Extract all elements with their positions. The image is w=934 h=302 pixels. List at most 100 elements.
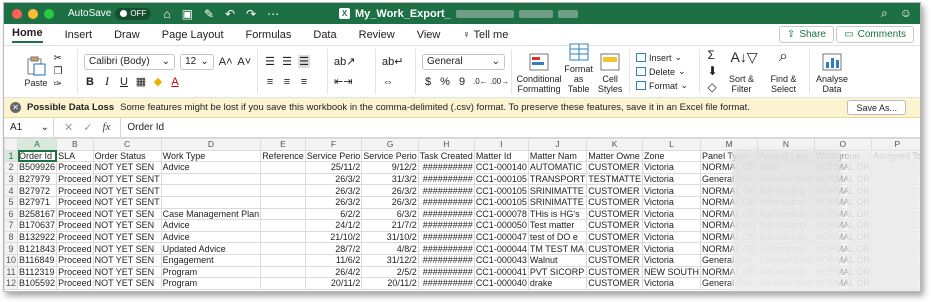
select-all-corner[interactable]	[4, 138, 19, 151]
cell-j10[interactable]: Walnut	[527, 253, 588, 267]
cell-a7[interactable]: B170637	[17, 219, 58, 232]
cell-i12[interactable]: CC1-000040	[473, 277, 529, 290]
cell-l9[interactable]: Victoria	[642, 242, 702, 255]
cell-b3[interactable]: Proceed	[56, 172, 94, 186]
cell-h1[interactable]: Task Created	[417, 149, 475, 163]
cell-e7[interactable]	[260, 219, 306, 232]
cell-d5[interactable]	[160, 195, 262, 209]
cell-a5[interactable]: B27971	[17, 195, 58, 209]
sort-filter-button[interactable]: A↓▽ Sort & Filter	[724, 50, 760, 94]
increase-font-icon[interactable]: A˄	[219, 56, 233, 68]
tab-view[interactable]: View	[417, 29, 441, 41]
cell-k8[interactable]: CUSTOMER	[586, 230, 644, 244]
cell-b1[interactable]: SLA	[56, 149, 94, 163]
cell-g11[interactable]: 2/5/2	[361, 265, 419, 279]
cell-e9[interactable]	[260, 242, 306, 255]
cell-j3[interactable]: TRANSPORT	[527, 172, 588, 186]
find-select-button[interactable]: ⌕ Find & Select	[766, 49, 802, 95]
cell-c5[interactable]: NOT YET SENT	[92, 195, 162, 209]
align-bottom-icon[interactable]: ☰	[298, 55, 310, 68]
cell-f3[interactable]: 26/3/2	[304, 172, 363, 186]
cell-f6[interactable]: 6/2/2	[304, 207, 363, 221]
cell-i10[interactable]: CC1-000043	[473, 253, 529, 267]
cell-c1[interactable]: Order Status	[92, 149, 162, 163]
cell-a1[interactable]: Order Id	[17, 149, 58, 163]
cell-k7[interactable]: CUSTOMER	[586, 219, 644, 232]
cell-i11[interactable]: CC1-000041	[473, 265, 529, 279]
cell-d11[interactable]: Program	[160, 265, 262, 279]
cell-g12[interactable]: 20/11/2	[361, 277, 419, 290]
minimize-window-button[interactable]	[28, 8, 38, 19]
cell-j9[interactable]: TM TEST MA	[527, 242, 588, 255]
cell-b8[interactable]: Proceed	[56, 230, 94, 244]
cell-i7[interactable]: CC1-000050	[473, 219, 529, 232]
cell-c10[interactable]: NOT YET SEN	[92, 253, 162, 267]
cell-a9[interactable]: B121843	[17, 242, 58, 255]
tab-insert[interactable]: Insert	[65, 29, 93, 41]
cell-a6[interactable]: B258167	[17, 207, 58, 221]
tab-formulas[interactable]: Formulas	[246, 29, 292, 41]
cell-d8[interactable]: Advice	[160, 230, 262, 244]
cell-b9[interactable]: Proceed	[56, 242, 94, 255]
cell-a8[interactable]: B132922	[17, 230, 58, 244]
cell-i1[interactable]: Matter Id	[473, 149, 529, 163]
row-header[interactable]: 10	[4, 253, 19, 267]
row-header[interactable]: 4	[4, 184, 19, 197]
cell-f8[interactable]: 21/10/2	[304, 230, 363, 244]
percent-icon[interactable]: %	[439, 76, 451, 88]
cell-h8[interactable]: ##########	[417, 230, 475, 244]
cell-l2[interactable]: Victoria	[642, 161, 702, 174]
increase-decimal-icon[interactable]: .0←	[473, 77, 488, 86]
cell-g9[interactable]: 4/8/2	[361, 242, 419, 255]
cell-j11[interactable]: PVT SICORP	[527, 265, 588, 279]
cell-e2[interactable]	[260, 161, 306, 174]
row-header[interactable]: 1	[4, 149, 19, 163]
autosum-icon[interactable]: Σ	[707, 48, 717, 62]
tab-home[interactable]: Home	[12, 27, 43, 43]
cell-k9[interactable]: CUSTOMER	[586, 242, 644, 255]
cell-h3[interactable]: ##########	[417, 172, 475, 186]
cell-d10[interactable]: Engagement	[160, 253, 262, 267]
cut-icon[interactable]: ✂	[54, 53, 63, 64]
cell-b2[interactable]: Proceed	[56, 161, 94, 174]
cell-j5[interactable]: SRINIMATTE	[527, 195, 588, 209]
cell-e8[interactable]	[260, 230, 306, 244]
accounting-icon[interactable]: $	[422, 76, 434, 88]
cell-f12[interactable]: 20/11/2	[304, 277, 363, 290]
cell-i3[interactable]: CC1-000105	[473, 172, 529, 186]
cell-b5[interactable]: Proceed	[56, 195, 94, 209]
cell-b11[interactable]: Proceed	[56, 265, 94, 279]
column-header-k[interactable]: K	[586, 138, 644, 151]
cell-d3[interactable]	[160, 172, 262, 186]
cell-f2[interactable]: 25/11/2	[304, 161, 363, 174]
cell-g4[interactable]: 26/3/2	[361, 184, 419, 197]
name-box[interactable]: A1 ⌄	[4, 118, 54, 137]
cell-e12[interactable]	[260, 277, 306, 290]
cell-l8[interactable]: Victoria	[642, 230, 702, 244]
cell-f1[interactable]: Service Perio	[304, 149, 363, 163]
cell-k5[interactable]: CUSTOMER	[586, 195, 644, 209]
column-header-a[interactable]: A	[17, 138, 58, 151]
cell-f5[interactable]: 26/3/2	[304, 195, 363, 209]
column-header-m[interactable]: M	[700, 138, 759, 151]
cell-l10[interactable]: Victoria	[642, 253, 702, 267]
cell-c12[interactable]: NOT YET SEN	[92, 277, 162, 290]
cell-d2[interactable]: Advice	[160, 161, 262, 174]
column-header-g[interactable]: G	[361, 138, 419, 151]
redo-icon[interactable]: ↷	[246, 7, 256, 21]
italic-icon[interactable]: I	[101, 74, 113, 89]
cell-b12[interactable]: Proceed	[56, 277, 94, 290]
cell-c7[interactable]: NOT YET SEN	[92, 219, 162, 232]
column-header-d[interactable]: D	[160, 138, 262, 151]
cell-h6[interactable]: ##########	[417, 207, 475, 221]
column-header-i[interactable]: I	[473, 138, 529, 151]
cell-j7[interactable]: Test matter	[527, 219, 588, 232]
copy-icon[interactable]: ❐	[54, 66, 63, 77]
cell-k11[interactable]: CUSTOMER	[586, 265, 644, 279]
cell-f9[interactable]: 28/7/2	[304, 242, 363, 255]
more-icon[interactable]: ⋯	[267, 7, 279, 21]
zoom-window-button[interactable]	[44, 8, 54, 19]
cell-a10[interactable]: B116849	[17, 253, 58, 267]
cell-e11[interactable]	[260, 265, 306, 279]
home-icon[interactable]: ⌂	[163, 7, 170, 21]
